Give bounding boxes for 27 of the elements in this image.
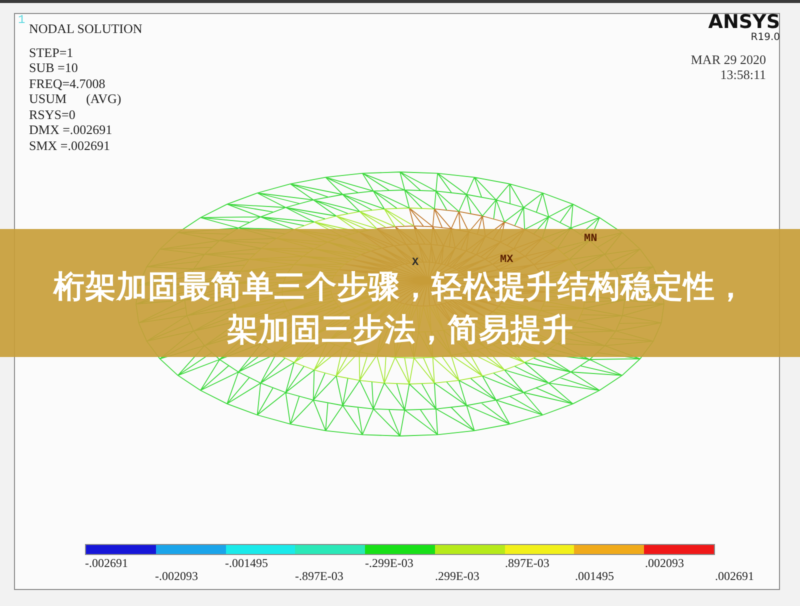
solution-parameter: SMX =.002691	[29, 138, 110, 153]
scale-value-label: -.002093	[155, 570, 198, 583]
node-marker-label: MN	[584, 233, 598, 245]
solution-parameter: FREQ=4.7008	[29, 76, 106, 91]
viewport-number: 1	[18, 13, 26, 27]
solution-parameter: DMX =.002691	[29, 122, 112, 138]
software-logo: ANSYS	[708, 13, 780, 32]
scale-value-label: .002691	[715, 570, 754, 583]
scale-value-label: -.897E-03	[295, 570, 344, 583]
scale-value-label: -.001495	[225, 557, 268, 570]
solution-parameter: SUB =10	[29, 60, 78, 76]
scale-value-label: .299E-03	[435, 570, 480, 583]
solution-parameter: USUM (AVG)	[29, 91, 122, 106]
banner-title: 桁架加固最简单三个步骤，轻松提升结构稳定性，架加固三步法，简易提升	[52, 268, 748, 350]
scale-value-label: .001495	[575, 570, 614, 583]
scale-value-label: -.002691	[85, 557, 128, 570]
solution-parameter: STEP=1	[29, 44, 74, 60]
node-marker-label: MX	[500, 254, 514, 266]
version-label: R19.0	[750, 32, 780, 44]
time-label: 13:58:11	[720, 67, 766, 82]
scale-value-label: -.299E-03	[365, 557, 414, 570]
node-marker-label: X	[412, 257, 419, 269]
date-label: MAR 29 2020	[690, 52, 766, 67]
scale-value-label: .897E-03	[505, 557, 550, 570]
plot-title: NODAL SOLUTION	[29, 21, 142, 36]
scale-value-label: .002093	[645, 557, 684, 570]
solution-parameter: RSYS=0	[29, 106, 76, 122]
